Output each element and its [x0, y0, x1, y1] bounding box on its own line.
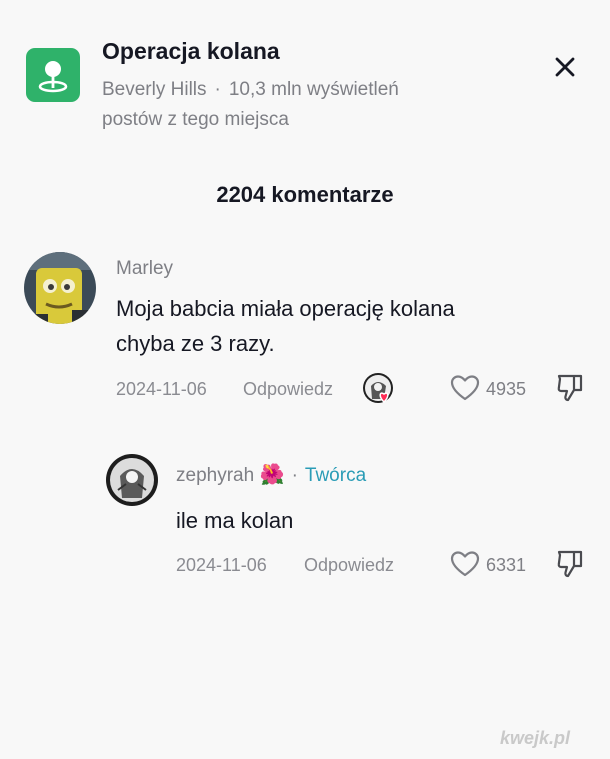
reply-date: 2024-11-06 — [176, 555, 267, 575]
separator-dot: · — [291, 465, 298, 486]
avatar[interactable] — [106, 454, 158, 506]
dislike-button[interactable] — [556, 549, 584, 579]
reply-text: ile ma kolan — [176, 508, 294, 533]
watermark: kwejk.pl — [500, 728, 571, 748]
location-pin-icon — [26, 48, 80, 102]
like-count: 4935 — [486, 379, 527, 399]
views-caption: postów z tego miejsca — [102, 109, 289, 130]
comments-count: 2204 komentarze — [216, 182, 394, 207]
comment-text-line: Moja babcia miała operację kolana — [116, 296, 455, 321]
heart-icon — [450, 551, 480, 577]
liked-by-creator-badge — [362, 372, 398, 408]
close-button[interactable] — [548, 50, 582, 84]
reply-username-row: zephyrah 🌺 · Twórca — [176, 462, 366, 487]
heart-icon — [450, 375, 480, 401]
comment-text: Moja babcia miała operację kolana chyba … — [116, 291, 455, 361]
creator-badge: Twórca — [304, 465, 367, 486]
avatar[interactable] — [24, 252, 96, 324]
reply-username[interactable]: zephyrah — [176, 465, 254, 486]
views-count: 10,3 mln wyświetleń — [228, 79, 399, 100]
like-count: 6331 — [486, 555, 527, 575]
hibiscus-emoji: 🌺 — [259, 464, 285, 486]
comment-date: 2024-11-06 — [116, 379, 207, 399]
reply-button[interactable]: Odpowiedz — [304, 555, 394, 576]
thumbs-down-icon — [557, 550, 583, 578]
like-button[interactable] — [450, 550, 480, 578]
reply-button[interactable]: Odpowiedz — [243, 379, 333, 400]
location-name[interactable]: Beverly Hills — [102, 79, 207, 100]
separator-dot: · — [214, 79, 221, 100]
comment-text-line: chyba ze 3 razy. — [116, 331, 275, 356]
like-button[interactable] — [450, 374, 480, 402]
close-icon — [555, 57, 575, 77]
dislike-button[interactable] — [556, 373, 584, 403]
thumbs-down-icon — [557, 374, 583, 402]
location-title: Operacja kolana — [102, 38, 280, 64]
location-subtitle: Beverly Hills · 10,3 mln wyświetleń postów… — [102, 75, 482, 135]
comment-username[interactable]: Marley — [116, 258, 173, 280]
